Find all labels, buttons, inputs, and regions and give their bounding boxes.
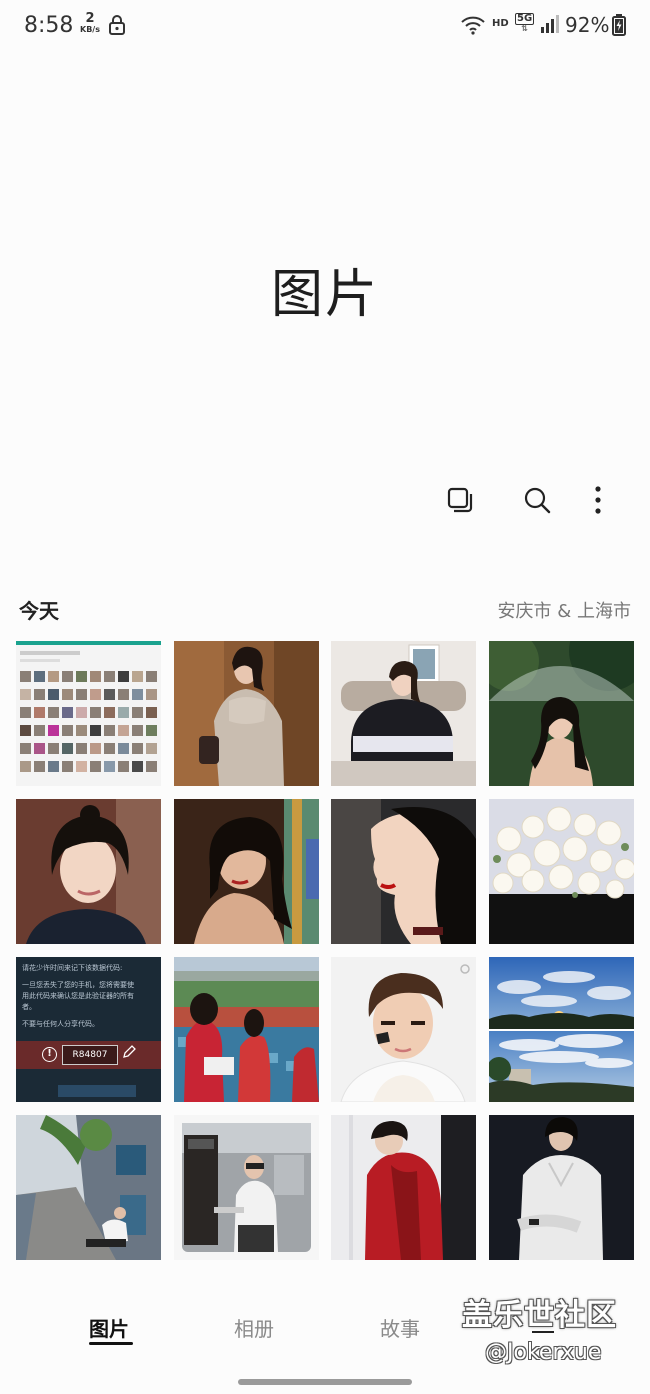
photo-thumbnail-portrait-chair[interactable] [331,641,476,786]
verification-line-5: 不要与任何人分享代码。 [22,1020,99,1028]
photo-grid: 请花少许时间来记下该数据代码: 一旦您丢失了您的手机，您将需要使 用此代码来确认… [16,641,634,1273]
watermark-site: 盖乐世社区 [462,1298,617,1333]
select-multiple-button[interactable] [442,484,478,520]
section-date: 今天 [19,599,59,623]
photo-thumbnail-sky-clouds[interactable] [489,957,634,1102]
photo-thumbnail-portrait-umbrella[interactable] [489,641,634,786]
status-bar: 8:58 2 KB/s HD 5G ⇅ 92% [0,0,650,52]
photo-thumbnail-street-alley[interactable] [16,1115,161,1260]
search-button[interactable] [519,484,555,520]
lock-icon [108,14,126,40]
network-speed-value: 2 [85,11,95,26]
verification-code: R84807 [62,1045,118,1065]
photo-thumbnail-white-shirt[interactable] [489,1115,634,1260]
page-title: 图片 [270,265,379,325]
edit-icon [122,1045,136,1059]
network-speed-unit: KB/s [80,25,100,34]
status-time: 8:58 [24,13,74,38]
network-speed: 2 KB/s [76,12,104,34]
gesture-navigation-bar[interactable] [238,1379,412,1385]
photo-thumbnail-portrait-smile[interactable] [16,799,161,944]
more-options-icon [593,485,603,519]
verification-line-2: 一旦您丢失了您的手机，您将需要使 [22,981,134,989]
watermark-handle: @Jokerxue [485,1340,602,1365]
photo-thumbnail-verification-code[interactable]: 请花少许时间来记下该数据代码: 一旦您丢失了您的手机，您将需要使 用此代码来确认… [16,957,161,1102]
photo-thumbnail-red-jacket[interactable] [331,1115,476,1260]
photo-thumbnail-screenshot-gallery[interactable] [16,641,161,786]
photo-thumbnail-stadium[interactable] [174,957,319,1102]
signal-icon [540,14,560,38]
section-location[interactable]: 安庆市 & 上海市 [498,597,631,623]
hd-indicator: HD [492,18,509,29]
5g-indicator: 5G ⇅ [515,13,535,33]
tab-pictures[interactable]: 图片 [89,1313,129,1342]
photo-thumbnail-photo-frame[interactable] [174,1115,319,1260]
battery-percentage: 92% [565,13,610,37]
bottom-navigation: 图片 相册 故事 盖乐世社区 @Jokerxue [0,1276,650,1394]
active-tab-indicator [89,1342,133,1345]
photo-thumbnail-white-roses[interactable] [489,799,634,944]
verification-line-3: 用此代码来确认您是此验证器的所有 [22,992,134,1000]
photo-thumbnail-portrait-sweater[interactable] [174,641,319,786]
tab-stories[interactable]: 故事 [380,1313,420,1342]
photo-thumbnail-portrait-stained-glass[interactable] [174,799,319,944]
wifi-icon [460,14,486,40]
select-multiple-icon [445,485,475,519]
search-icon [522,485,552,519]
more-options-button[interactable] [580,484,616,520]
verification-code-bar: ! R84807 [16,1041,161,1069]
battery-charging-icon [612,14,626,40]
photo-thumbnail-portrait-profile[interactable] [331,799,476,944]
confirm-button-thumbnail [58,1085,136,1097]
verification-line-1: 请花少许时间来记下该数据代码: [22,964,123,972]
photo-thumbnail-portrait-man[interactable] [331,957,476,1102]
data-arrows-icon: ⇅ [521,24,528,33]
warning-icon: ! [42,1047,57,1062]
verification-line-4: 者。 [22,1003,36,1011]
tab-albums[interactable]: 相册 [234,1313,274,1342]
